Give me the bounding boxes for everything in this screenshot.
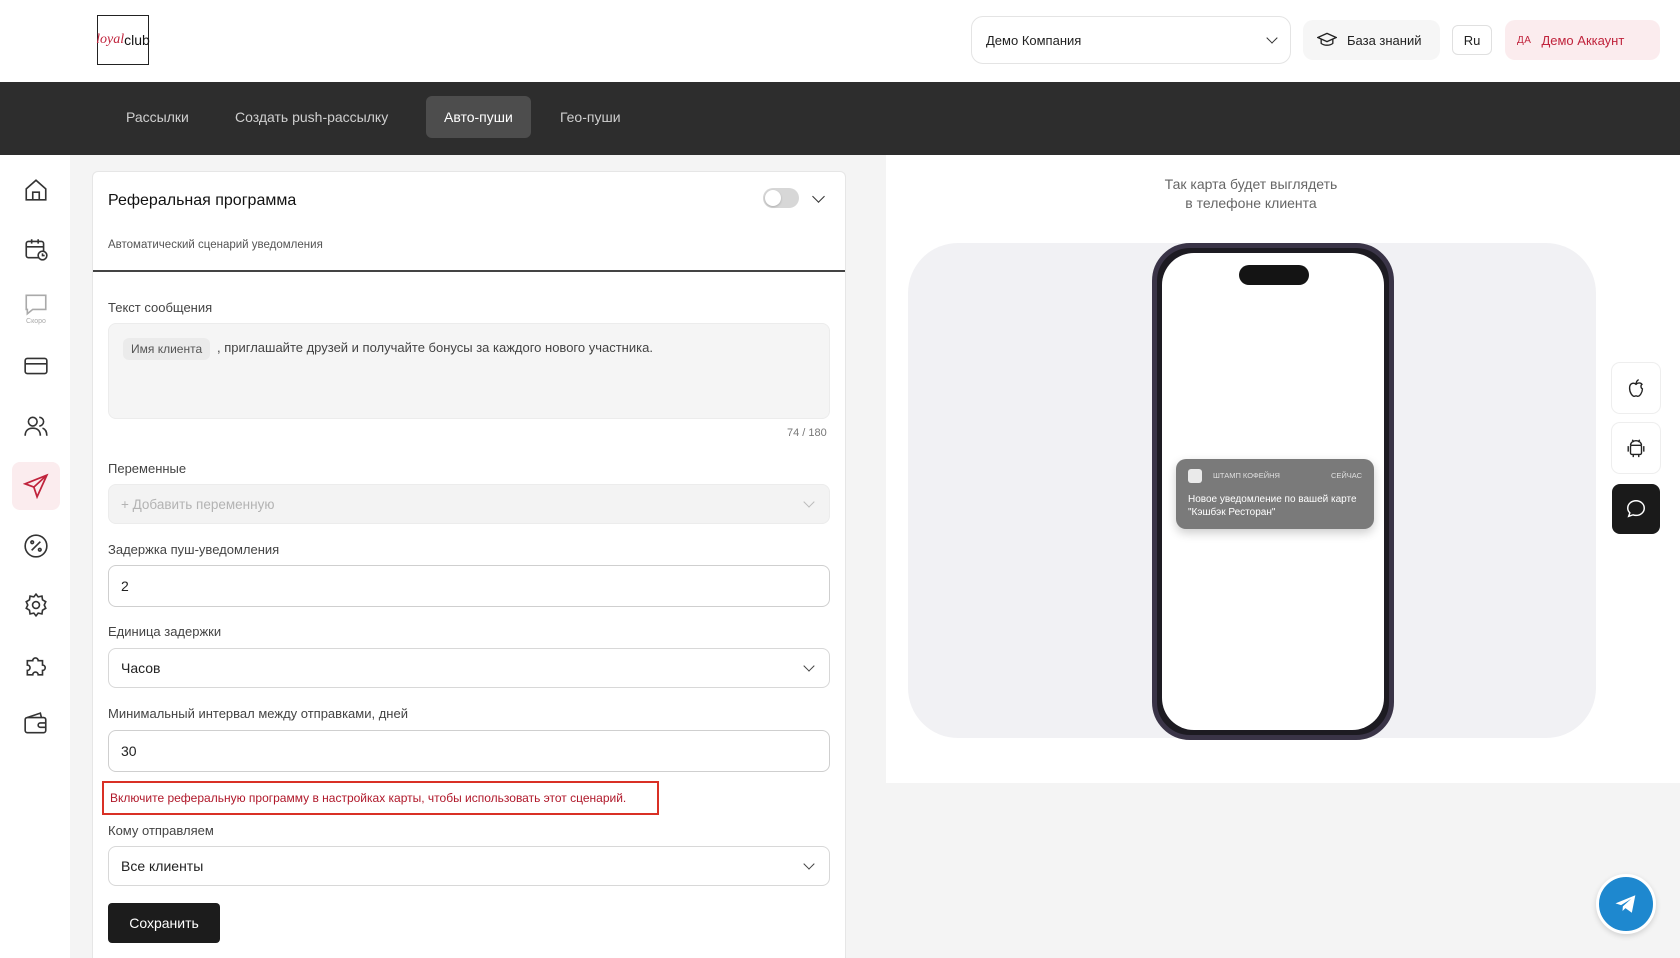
puzzle-icon	[26, 657, 46, 676]
send-icon	[23, 473, 49, 499]
audience-label: Кому отправляем	[108, 823, 214, 838]
notification-app-name: ШТАМП КОФЕЙНЯ	[1213, 471, 1280, 480]
chevron-down-icon	[803, 858, 815, 870]
company-select-value: Демо Компания	[986, 32, 1082, 48]
language-label: Ru	[1463, 32, 1481, 48]
unit-value: Часов	[121, 660, 161, 676]
language-button[interactable]: Ru	[1452, 25, 1492, 55]
card-header[interactable]: Реферальная программа Автоматический сце…	[93, 172, 845, 272]
toggle-knob	[765, 190, 781, 206]
logo-loyal: loyal	[96, 32, 125, 47]
enable-toggle[interactable]	[763, 188, 799, 208]
chevron-down-icon	[803, 660, 815, 672]
audience-select[interactable]: Все клиенты	[108, 846, 830, 886]
card-title: Реферальная программа	[108, 192, 297, 209]
variable-chip[interactable]: Имя клиента	[123, 338, 211, 360]
unit-label: Единица задержки	[108, 624, 222, 639]
variables-select[interactable]: + Добавить переменную	[108, 484, 830, 524]
home-icon	[25, 179, 47, 201]
card-preview-panel: Так карта будет выглядеть в телефоне кли…	[886, 155, 1680, 783]
variables-label: Переменные	[108, 461, 187, 476]
telegram-support-button[interactable]	[1596, 874, 1656, 934]
sidebar-item-wallet[interactable]	[12, 700, 60, 748]
preview-title-line2: в телефоне клиента	[1185, 195, 1317, 211]
phone-mockup: ШТАМП КОФЕЙНЯ СЕЙЧАС Новое уведомление п…	[1152, 243, 1394, 740]
sidebar-item-cards[interactable]	[12, 342, 60, 390]
sidebar-item-calendar[interactable]	[12, 225, 60, 273]
sidebar-item-push[interactable]	[12, 462, 60, 510]
interval-value: 30	[121, 743, 137, 759]
gear-icon	[25, 592, 47, 618]
account-name: Демо Аккаунт	[1541, 32, 1625, 48]
sidebar-item-chat[interactable]: Скоро	[12, 284, 60, 332]
notification-time: СЕЙЧАС	[1330, 471, 1362, 480]
message-text: , приглашайте друзей и получайте бонусы …	[217, 340, 653, 355]
phone-screen: ШТАМП КОФЕЙНЯ СЕЙЧАС Новое уведомление п…	[1162, 253, 1384, 730]
calendar-icon	[25, 239, 48, 261]
chevron-down-icon	[1266, 32, 1278, 44]
sidebar: Скоро	[0, 155, 70, 958]
chat-icon	[25, 294, 47, 316]
audience-value: Все клиенты	[121, 858, 204, 874]
wallet-icon	[24, 712, 47, 734]
delay-input[interactable]: 2	[108, 565, 830, 607]
graduation-cap-icon	[1317, 32, 1337, 46]
sidebar-item-settings[interactable]	[12, 581, 60, 629]
os-switch-message[interactable]	[1612, 484, 1660, 534]
push-notification-preview: ШТАМП КОФЕЙНЯ СЕЙЧАС Новое уведомление п…	[1176, 459, 1374, 529]
avatar: ДА	[1517, 34, 1532, 46]
save-button[interactable]: Сохранить	[108, 903, 220, 943]
card-subtitle: Автоматический сценарий уведомления	[108, 239, 323, 251]
loyalclub-logo[interactable]: loyal club	[96, 15, 150, 65]
referral-warning: Включите реферальную программу в настрой…	[102, 781, 659, 815]
top-header: loyal club Демо Компания База знаний Ru Д…	[0, 0, 1680, 82]
message-icon	[1627, 500, 1645, 518]
percent-icon	[24, 534, 48, 558]
os-switch-android[interactable]	[1612, 423, 1660, 473]
tab-geo-push[interactable]: Гео-пуши	[542, 96, 639, 138]
app-icon	[1188, 469, 1202, 483]
knowledge-base-label: База знаний	[1347, 32, 1422, 48]
preview-title-line1: Так карта будет выглядеть	[1164, 176, 1338, 192]
dynamic-island	[1239, 265, 1309, 285]
sidebar-item-home[interactable]	[12, 166, 60, 214]
unit-select[interactable]: Часов	[108, 648, 830, 688]
message-label: Текст сообщения	[108, 300, 213, 315]
referral-scenario-card: Реферальная программа Автоматический сце…	[92, 171, 846, 958]
card-icon	[24, 357, 48, 375]
notification-body: Новое уведомление по вашей карте "Кэшбэк…	[1188, 494, 1357, 518]
delay-value: 2	[121, 578, 129, 594]
char-counter: 74 / 180	[787, 427, 827, 439]
chevron-down-icon	[803, 496, 815, 508]
message-textarea[interactable]: Имя клиента , приглашайте друзей и получ…	[108, 323, 830, 419]
knowledge-base-button[interactable]: База знаний	[1303, 20, 1440, 60]
soon-badge: Скоро	[26, 318, 46, 325]
preview-title: Так карта будет выглядеть в телефоне кли…	[886, 175, 1616, 213]
warning-text: Включите реферальную программу в настрой…	[110, 791, 627, 805]
interval-label: Минимальный интервал между отправками, д…	[108, 706, 408, 721]
tab-auto-push[interactable]: Авто-пуши	[426, 96, 531, 138]
account-button[interactable]: ДА Демо Аккаунт	[1505, 20, 1660, 60]
tab-bar: Рассылки Создать push-рассылку Авто-пуши…	[0, 82, 1680, 155]
android-icon	[1627, 439, 1645, 458]
tab-mailings[interactable]: Рассылки	[108, 96, 207, 138]
logo-club: club	[124, 32, 150, 48]
users-icon	[24, 416, 48, 436]
apple-icon	[1628, 379, 1644, 397]
phone-stage: ШТАМП КОФЕЙНЯ СЕЙЧАС Новое уведомление п…	[908, 243, 1596, 740]
tab-create-push[interactable]: Создать push-рассылку	[217, 96, 406, 138]
os-switch-ios[interactable]	[1612, 363, 1660, 413]
delay-label: Задержка пуш-уведомления	[108, 542, 280, 557]
company-select[interactable]: Демо Компания	[971, 16, 1291, 64]
sidebar-item-discounts[interactable]	[12, 522, 60, 570]
sidebar-item-integrations[interactable]	[12, 641, 60, 689]
sidebar-item-clients[interactable]	[12, 402, 60, 450]
collapse-chevron-icon[interactable]	[812, 190, 825, 203]
variables-placeholder: + Добавить переменную	[121, 496, 275, 512]
interval-input[interactable]: 30	[108, 730, 830, 772]
telegram-icon	[1615, 895, 1636, 913]
